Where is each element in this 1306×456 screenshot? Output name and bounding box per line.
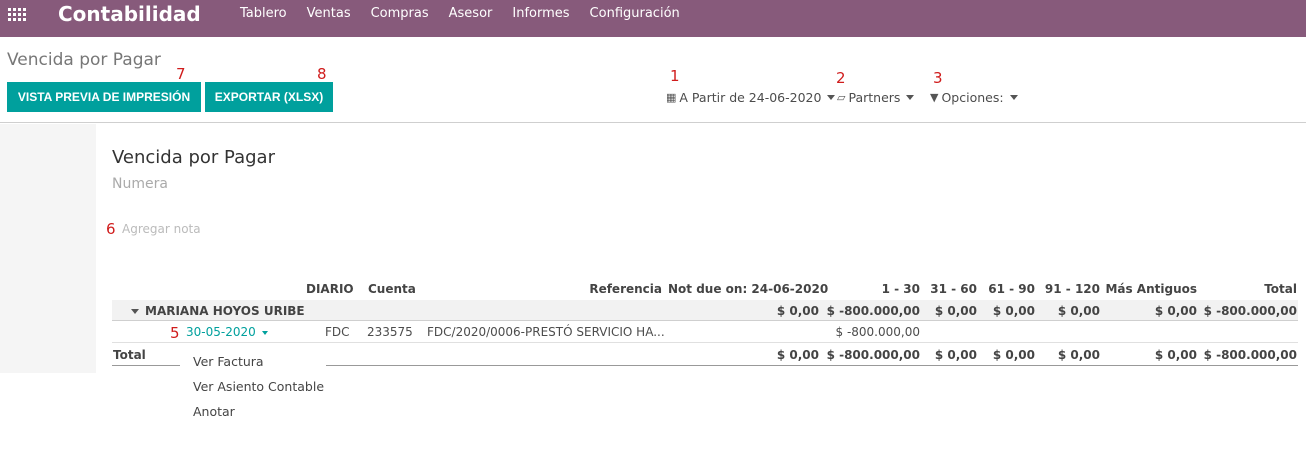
- line-date[interactable]: 30-05-2020: [186, 325, 256, 339]
- caret-down-icon[interactable]: [131, 309, 139, 314]
- print-preview-button[interactable]: VISTA PREVIA DE IMPRESIÓN: [7, 82, 201, 112]
- partner-total: $ -800.000,00: [1203, 304, 1297, 318]
- date-filter-label: A Partir de 24-06-2020: [679, 90, 822, 105]
- dropdown-item-ver-asiento[interactable]: Ver Asiento Contable: [193, 379, 324, 394]
- company-name: Numera: [112, 176, 168, 192]
- dropdown-item-ver-factura[interactable]: Ver Factura: [193, 354, 264, 369]
- menu-item-tablero[interactable]: Tablero: [240, 6, 287, 21]
- caret-down-icon: [1009, 95, 1018, 100]
- caret-down-icon[interactable]: [261, 330, 268, 335]
- col-31-60: 31 - 60: [930, 282, 977, 296]
- caret-down-icon: [906, 95, 915, 100]
- total-1-30: $ -800.000,00: [826, 348, 920, 362]
- control-panel: Vencida por Pagar VISTA PREVIA DE IMPRES…: [0, 37, 1306, 123]
- col-91-120: 91 - 120: [1044, 282, 1100, 296]
- top-navbar: Contabilidad Tablero Ventas Compras Ases…: [0, 0, 1306, 37]
- menu-item-ventas[interactable]: Ventas: [307, 6, 351, 21]
- grid-icon[interactable]: [8, 8, 26, 22]
- options-filter-label: Opciones:: [941, 90, 1004, 105]
- line-action-dropdown: Ver Factura Ver Asiento Contable Anotar: [180, 349, 326, 429]
- menu-item-compras[interactable]: Compras: [371, 6, 429, 21]
- total-61-90: $ 0,00: [992, 348, 1035, 362]
- col-older: Más Antiguos: [1105, 282, 1197, 296]
- total-label: Total: [113, 348, 146, 362]
- partner-31-60: $ 0,00: [934, 304, 977, 318]
- options-filter[interactable]: ▼ Opciones:: [930, 90, 1018, 105]
- annotation-1: 1: [670, 67, 680, 85]
- export-xlsx-button[interactable]: EXPORTAR (XLSX): [205, 82, 333, 112]
- annotation-7: 7: [176, 65, 186, 83]
- col-journal: DIARIO: [306, 282, 354, 296]
- col-account: Cuenta: [368, 282, 416, 296]
- report-title: Vencida por Pagar: [112, 147, 275, 168]
- partner-older: $ 0,00: [1154, 304, 1197, 318]
- partner-name-cell[interactable]: MARIANA HOYOS URIBE: [131, 304, 305, 318]
- col-total: Total: [1264, 282, 1297, 296]
- line-journal: FDC: [325, 325, 350, 339]
- partner-91-120: $ 0,00: [1057, 304, 1100, 318]
- menu-item-informes[interactable]: Informes: [512, 6, 569, 21]
- col-reference: Referencia: [589, 282, 662, 296]
- col-not-due: Not due on: 24-06-2020: [668, 282, 829, 296]
- caret-down-icon: [827, 95, 836, 100]
- partner-name: MARIANA HOYOS URIBE: [145, 304, 305, 318]
- line-date-cell[interactable]: 30-05-2020: [186, 325, 268, 339]
- annotation-2: 2: [836, 69, 846, 87]
- col-1-30: 1 - 30: [881, 282, 920, 296]
- annotation-3: 3: [933, 69, 943, 87]
- total-91-120: $ 0,00: [1057, 348, 1100, 362]
- date-filter[interactable]: ▦ A Partir de 24-06-2020: [666, 90, 836, 105]
- breadcrumb: Vencida por Pagar: [7, 50, 161, 70]
- partner-filter-label: Partners: [848, 90, 901, 105]
- partner-61-90: $ 0,00: [992, 304, 1035, 318]
- total-older: $ 0,00: [1154, 348, 1197, 362]
- total-not-due: $ 0,00: [776, 348, 819, 362]
- add-note-link[interactable]: Agregar nota: [122, 222, 201, 236]
- table-row: [112, 321, 1298, 343]
- menu-item-asesor[interactable]: Asesor: [449, 6, 493, 21]
- total-31-60: $ 0,00: [934, 348, 977, 362]
- partner-not-due: $ 0,00: [776, 304, 819, 318]
- annotation-8: 8: [317, 65, 327, 83]
- calendar-icon: ▦: [666, 91, 677, 104]
- menu-item-configuracion[interactable]: Configuración: [590, 6, 680, 21]
- line-reference: FDC/2020/0006-PRESTÓ SERVICIO HA...: [427, 325, 665, 339]
- col-61-90: 61 - 90: [988, 282, 1035, 296]
- partner-1-30: $ -800.000,00: [826, 304, 920, 318]
- left-gutter: [0, 124, 96, 373]
- line-account: 233575: [367, 325, 413, 339]
- line-1-30: $ -800.000,00: [835, 325, 921, 339]
- annotation-6: 6: [106, 220, 116, 238]
- filter-icon: ▼: [930, 91, 939, 104]
- partner-filter[interactable]: ▱ Partners: [837, 90, 915, 105]
- app-title[interactable]: Contabilidad: [58, 2, 201, 26]
- folder-icon: ▱: [837, 91, 846, 104]
- total-total: $ -800.000,00: [1203, 348, 1297, 362]
- main-menu: Tablero Ventas Compras Asesor Informes C…: [240, 6, 700, 21]
- dropdown-item-anotar[interactable]: Anotar: [193, 404, 235, 419]
